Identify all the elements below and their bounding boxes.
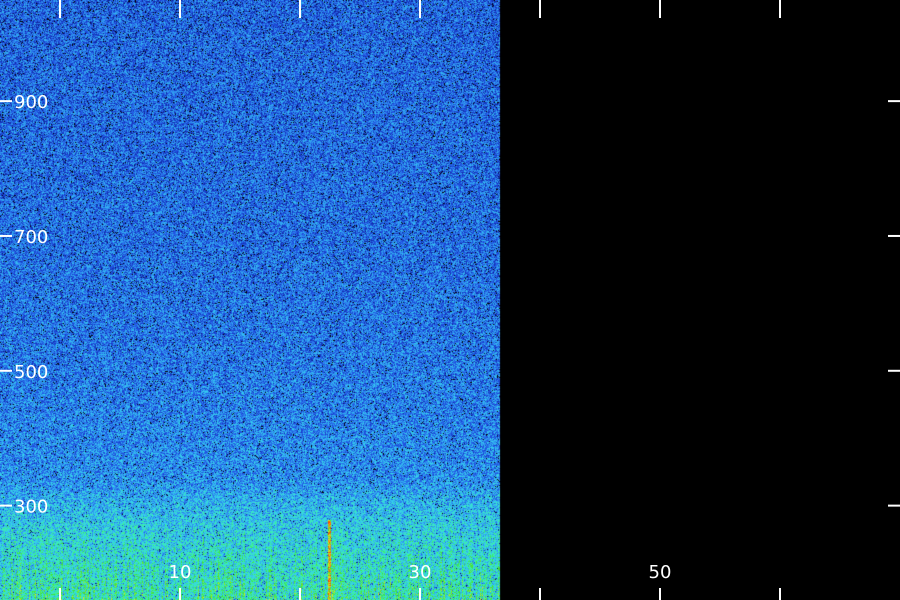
y-tick-label-700: 700 — [14, 227, 48, 248]
tick-marks — [0, 0, 900, 600]
x-tick-label-10: 10 — [169, 562, 192, 583]
tick-labels: 10 30 50 300 500 700 900 — [14, 92, 671, 583]
chart-axes-overlay: 10 30 50 300 500 700 900 — [0, 0, 900, 600]
y-tick-label-900: 900 — [14, 92, 48, 113]
y-tick-label-500: 500 — [14, 362, 48, 383]
y-tick-label-300: 300 — [14, 497, 48, 518]
x-tick-label-30: 30 — [409, 562, 432, 583]
x-tick-label-50: 50 — [649, 562, 672, 583]
